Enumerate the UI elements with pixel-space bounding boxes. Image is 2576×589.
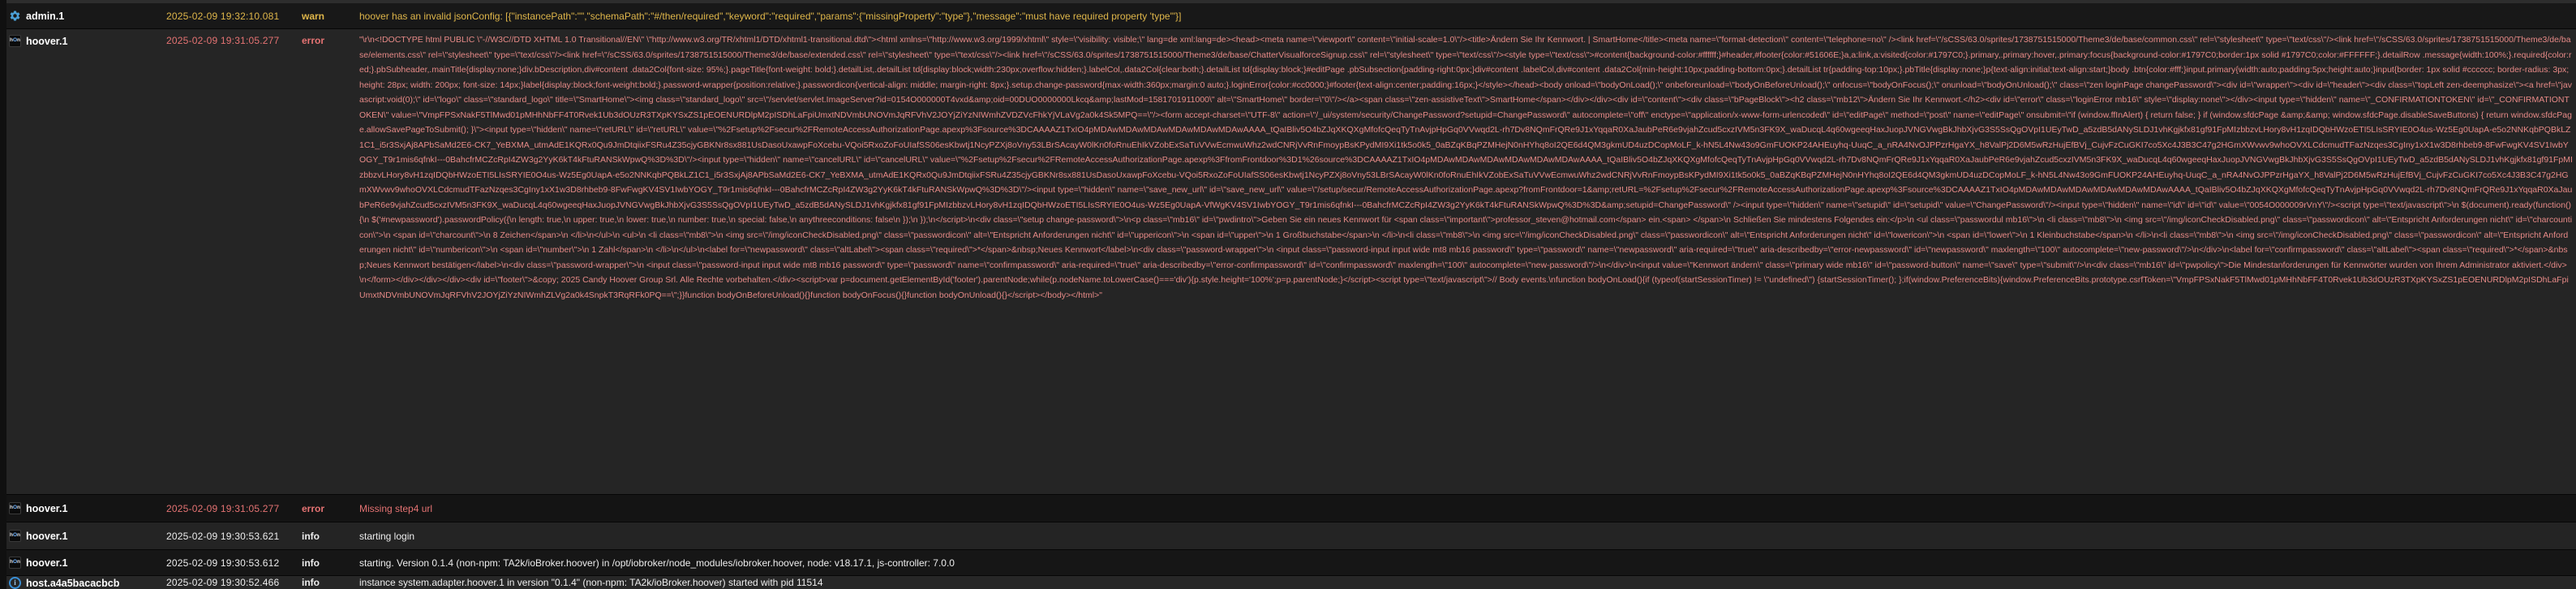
host-iobroker-icon: i bbox=[9, 577, 21, 589]
log-timestamp: 2025-02-09 19:32:10.081 bbox=[166, 10, 280, 22]
hoover-hon-icon: hOn bbox=[9, 530, 21, 542]
log-source-cell: admin.1 bbox=[6, 10, 166, 22]
log-severity: info bbox=[302, 530, 320, 542]
log-source-cell: hOn hoover.1 bbox=[6, 32, 166, 47]
log-timestamp: 2025-02-09 19:30:53.621 bbox=[166, 530, 280, 542]
log-severity: info bbox=[302, 577, 320, 588]
hoover-hon-icon: hOn bbox=[9, 502, 21, 514]
log-timestamp: 2025-02-09 19:30:53.612 bbox=[166, 557, 280, 569]
log-row[interactable]: hOn hoover.1 2025-02-09 19:30:53.621 inf… bbox=[6, 522, 2576, 550]
log-row[interactable]: admin.1 2025-02-09 19:32:10.081 warn hoo… bbox=[6, 3, 2576, 29]
log-severity: error bbox=[302, 502, 325, 514]
log-source-cell: hOn hoover.1 bbox=[6, 557, 166, 569]
log-source-cell: hOn hoover.1 bbox=[6, 502, 166, 514]
log-timestamp: 2025-02-09 19:31:05.277 bbox=[166, 35, 280, 46]
log-list: admin.1 2025-02-09 19:32:10.081 warn hoo… bbox=[0, 0, 2576, 589]
log-row[interactable]: hOn hoover.1 2025-02-09 19:31:05.277 err… bbox=[6, 29, 2576, 495]
log-timestamp: 2025-02-09 19:30:52.466 bbox=[166, 577, 280, 588]
log-source: hoover.1 bbox=[26, 530, 68, 542]
log-source: host.a4a5bacacbcb bbox=[26, 577, 120, 589]
log-message: starting. Version 0.1.4 (non-npm: TA2k/i… bbox=[359, 557, 955, 569]
log-source: hoover.1 bbox=[26, 502, 68, 514]
log-source: hoover.1 bbox=[26, 557, 68, 569]
log-message: "\r\n<!DOCTYPE html PUBLIC \"-//W3C//DTD… bbox=[359, 35, 2573, 300]
admin-gear-icon bbox=[9, 10, 21, 22]
log-message: Missing step4 url bbox=[359, 502, 433, 514]
log-row[interactable]: hOn hoover.1 2025-02-09 19:30:53.612 inf… bbox=[6, 550, 2576, 576]
log-severity: info bbox=[302, 557, 320, 569]
log-row[interactable]: i host.a4a5bacacbcb 2025-02-09 19:30:52.… bbox=[6, 576, 2576, 589]
log-message: instance system.adapter.hoover.1 in vers… bbox=[359, 577, 823, 588]
log-severity: warn bbox=[302, 10, 325, 22]
log-message: hoover has an invalid jsonConfig: [{"ins… bbox=[359, 10, 1182, 22]
log-row[interactable]: hOn hoover.1 2025-02-09 19:31:05.277 err… bbox=[6, 495, 2576, 522]
log-message: starting login bbox=[359, 530, 415, 542]
log-source: hoover.1 bbox=[26, 35, 68, 47]
hoover-hon-icon: hOn bbox=[9, 35, 21, 47]
log-source-cell: hOn hoover.1 bbox=[6, 530, 166, 542]
hoover-hon-icon: hOn bbox=[9, 557, 21, 569]
log-source-cell: i host.a4a5bacacbcb bbox=[6, 577, 166, 589]
log-source: admin.1 bbox=[26, 10, 65, 22]
log-timestamp: 2025-02-09 19:31:05.277 bbox=[166, 502, 280, 514]
log-severity: error bbox=[302, 35, 325, 46]
